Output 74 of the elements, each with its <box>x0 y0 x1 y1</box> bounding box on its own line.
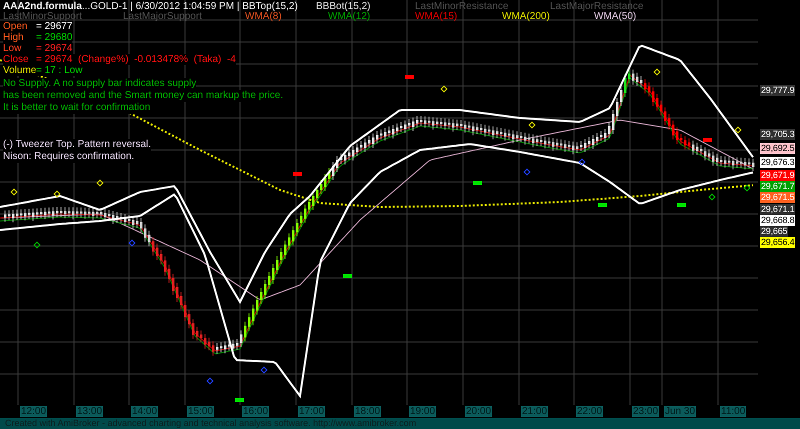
price-label: 29,656.4 <box>760 237 796 248</box>
legend-label: WMA(8) <box>245 11 282 22</box>
price-label: 29,692.5 <box>760 143 796 154</box>
diamond-marker <box>708 193 716 201</box>
time-label: Jun 30 <box>664 406 696 417</box>
signal-marker <box>343 274 352 278</box>
annotation-text: No Supply. A no supply bar indicates supply <box>3 78 196 90</box>
diamond-marker <box>260 366 268 374</box>
time-label: 23:00 <box>632 406 660 417</box>
quote-label: Volume <box>3 65 36 76</box>
chart-title: AAA2nd.formula...GOLD-1 | 6/30/2012 1:04:59 PM | BBTop(15,2) <box>3 1 298 12</box>
legend-label: WMA(200) <box>502 11 550 22</box>
quote-value: = 29680 <box>36 32 72 43</box>
legend-label: WMA(50) <box>594 11 636 22</box>
annotation-text: It is better to wait for confirmation <box>3 102 150 114</box>
time-label: 20:00 <box>465 406 492 417</box>
diamond-marker <box>653 68 661 76</box>
price-label: 29,705.3 <box>760 129 796 140</box>
quote-label: Close <box>3 54 30 65</box>
time-label: 21:00 <box>521 406 548 417</box>
diamond-marker <box>10 188 18 196</box>
signal-marker <box>677 203 686 207</box>
diamond-marker <box>734 126 742 134</box>
diamond-marker <box>523 168 531 176</box>
signal-marker <box>405 75 414 79</box>
legend-label: WMA(15) <box>415 11 458 22</box>
quote-value: = 29677 <box>36 21 72 32</box>
legend-label: LastMajorResistance <box>550 1 644 12</box>
time-label: 13:00 <box>76 406 104 417</box>
time-label: 18:00 <box>354 406 382 417</box>
diamond-marker <box>528 121 536 129</box>
time-label: 22:00 <box>576 406 604 417</box>
price-label: 29,668.8 <box>760 215 796 226</box>
time-label: 12:00 <box>20 406 48 417</box>
price-label: 29,777.9 <box>760 85 796 96</box>
diamond-marker <box>206 377 214 385</box>
legend-label: WMA(12) <box>328 11 370 22</box>
annotation-text: has been removed and the Smart money can markup the price. <box>3 90 284 102</box>
signal-marker <box>293 172 302 176</box>
time-label: 11:00 <box>720 406 746 417</box>
price-label: 29,665 <box>760 226 788 237</box>
time-label: 16:00 <box>242 406 270 417</box>
annotation-text: Nison: Requires confirmation. <box>3 151 134 163</box>
quote-value: = 29674 <box>36 43 72 54</box>
signal-marker <box>703 138 712 142</box>
quote-label: Open <box>3 21 28 32</box>
quote-label: High <box>3 32 25 43</box>
signal-marker <box>235 398 244 402</box>
diamond-marker <box>53 190 61 198</box>
price-label: 29,676.3 <box>760 157 796 168</box>
diamond-marker <box>33 241 41 249</box>
legend-label: LastMinorSupport <box>3 11 82 22</box>
annotation-text: (-) Tweezer Top. Pattern reversal. <box>3 139 152 151</box>
diamond-marker <box>128 239 136 247</box>
diamond-marker <box>578 158 586 166</box>
legend-label: LastMajorSupport <box>123 11 202 22</box>
legend-label: LastMinorResistance <box>415 1 508 12</box>
quote-value: = 17 : Low <box>36 65 82 76</box>
quote-value: = 29674 (Change%) -0.013478% (Taka) -4 <box>36 54 236 65</box>
signal-marker <box>598 203 607 207</box>
price-label: 29,671.5 <box>760 192 796 203</box>
legend-label: BBBot(15,2) <box>316 1 370 12</box>
signal-marker <box>473 181 482 185</box>
time-label: 15:00 <box>187 406 214 417</box>
diamond-marker <box>743 184 751 192</box>
time-label: 14:00 <box>131 406 158 417</box>
quote-label: Low <box>3 43 22 54</box>
price-label: 29,671.7 <box>760 181 796 192</box>
price-label: 29,671.1 <box>760 204 796 215</box>
diamond-marker <box>440 85 448 93</box>
diamond-marker <box>96 179 104 187</box>
time-label: 17:00 <box>298 406 326 417</box>
time-label: 19:00 <box>409 406 436 417</box>
price-label: 29,671.9 <box>760 170 796 181</box>
